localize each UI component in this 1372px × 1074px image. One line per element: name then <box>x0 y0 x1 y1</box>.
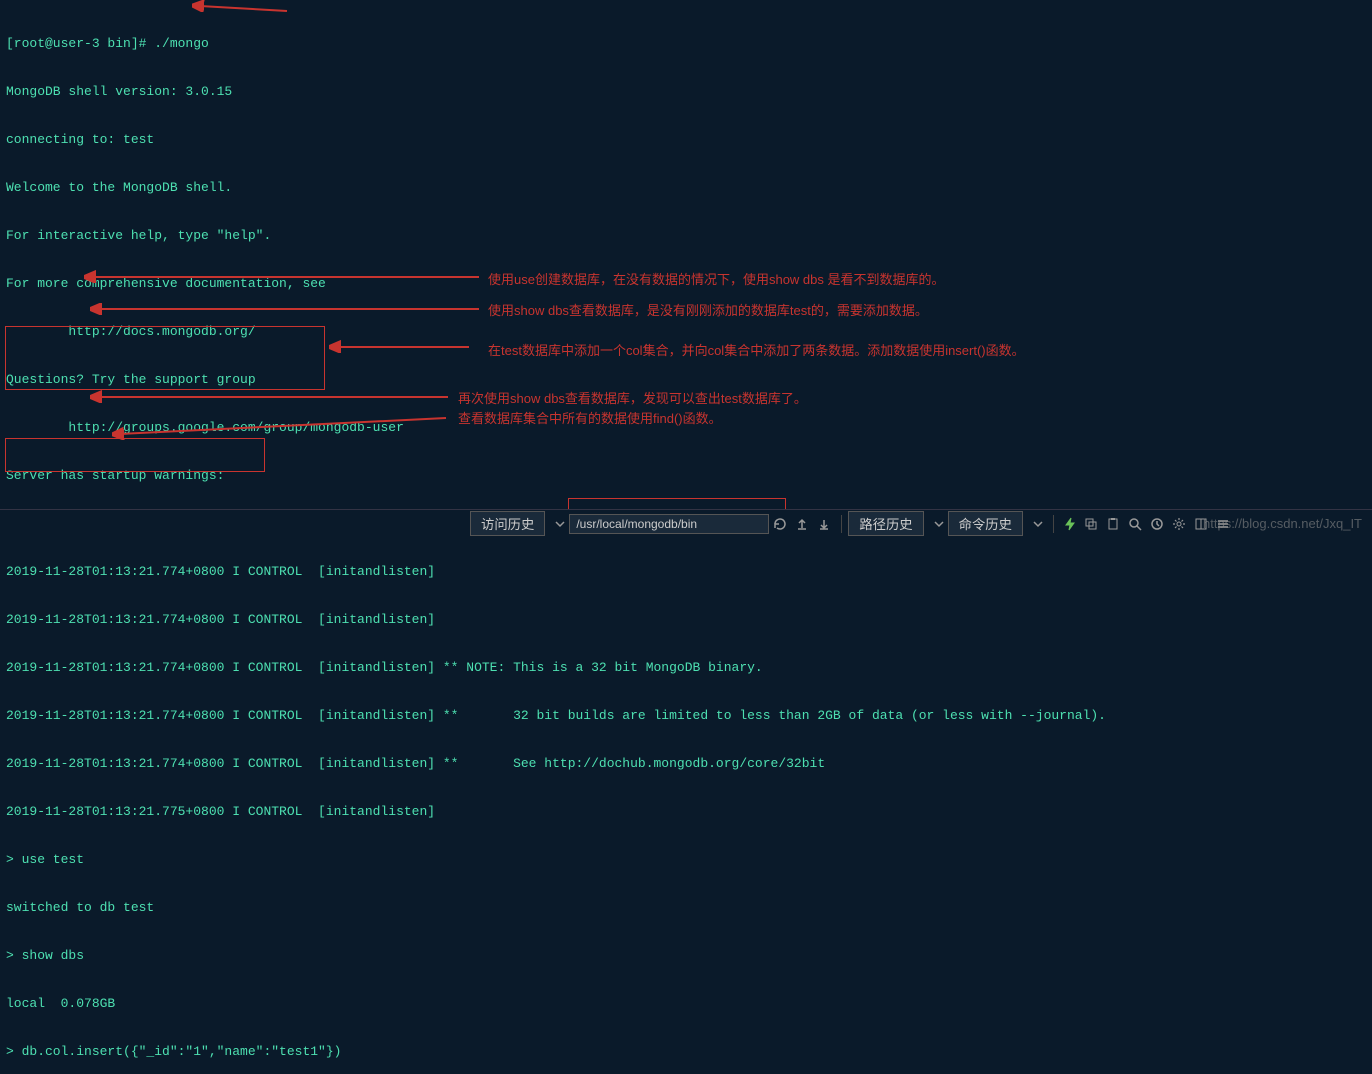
history-icon[interactable] <box>1150 517 1164 531</box>
terminal-line: Server has startup warnings: <box>6 468 1366 484</box>
terminal-line: > use test <box>6 852 1366 868</box>
terminal-line: Welcome to the MongoDB shell. <box>6 180 1366 196</box>
path-history-button[interactable]: 路径历史 <box>848 511 923 536</box>
terminal-line: 2019-11-28T01:13:21.774+0800 I CONTROL [… <box>6 708 1366 724</box>
dropdown-icon[interactable] <box>1033 519 1043 529</box>
arrow-showdbs2 <box>90 390 454 404</box>
terminal-line: [root@user-3 bin]# ./mongo <box>6 36 1366 52</box>
terminal-line: Questions? Try the support group <box>6 372 1366 388</box>
dropdown-icon[interactable] <box>555 519 565 529</box>
terminal-line: 2019-11-28T01:13:21.774+0800 I CONTROL [… <box>6 660 1366 676</box>
arrow-showdbs <box>90 303 484 315</box>
annotation-showdbs2: 再次使用show dbs查看数据库，发现可以查出test数据库了。 <box>458 388 807 407</box>
terminal-line: For interactive help, type "help". <box>6 228 1366 244</box>
terminal-line: > show dbs <box>6 948 1366 964</box>
search-icon[interactable] <box>1128 517 1142 531</box>
annotation-showdbs: 使用show dbs查看数据库，是没有刚刚添加的数据库test的，需要添加数据。 <box>488 300 928 319</box>
paste-icon[interactable] <box>1106 517 1120 531</box>
download-icon[interactable] <box>817 517 831 531</box>
terminal-line: 2019-11-28T01:13:21.774+0800 I CONTROL [… <box>6 756 1366 772</box>
terminal-line: > db.col.insert({"_id":"1","name":"test1… <box>6 1044 1366 1060</box>
watermark: https://blog.csdn.net/Jxq_IT <box>1203 516 1362 531</box>
refresh-icon[interactable] <box>773 517 787 531</box>
dropdown-icon[interactable] <box>934 519 944 529</box>
terminal-output: [root@user-3 bin]# ./mongo MongoDB shell… <box>0 0 1372 1074</box>
terminal-line: 2019-11-28T01:13:21.775+0800 I CONTROL [… <box>6 804 1366 820</box>
bottom-toolbar: 访问历史 路径历史 命令历史 <box>0 509 1372 537</box>
arrow-find <box>112 412 452 440</box>
cmd-history-button[interactable]: 命令历史 <box>948 511 1023 536</box>
terminal-line: http://docs.mongodb.org/ <box>6 324 1366 340</box>
terminal-line: 2019-11-28T01:13:21.774+0800 I CONTROL [… <box>6 564 1366 580</box>
terminal-line: MongoDB shell version: 3.0.15 <box>6 84 1366 100</box>
arrow-mongo <box>192 0 292 14</box>
arrow-use <box>84 270 484 284</box>
terminal-line: local 0.078GB <box>6 996 1366 1012</box>
terminal-line: 2019-11-28T01:13:21.774+0800 I CONTROL [… <box>6 612 1366 628</box>
copy-icon[interactable] <box>1084 517 1098 531</box>
annotation-find: 查看数据库集合中所有的数据使用find()函数。 <box>458 408 722 427</box>
terminal-line: connecting to: test <box>6 132 1366 148</box>
visit-history-button[interactable]: 访问历史 <box>470 511 545 536</box>
gear-icon[interactable] <box>1172 517 1186 531</box>
annotation-insert: 在test数据库中添加一个col集合，并向col集合中添加了两条数据。添加数据使… <box>488 340 1025 359</box>
terminal-line: switched to db test <box>6 900 1366 916</box>
lightning-icon[interactable] <box>1064 517 1076 531</box>
annotation-use: 使用use创建数据库，在没有数据的情况下，使用show dbs 是看不到数据库的… <box>488 269 945 288</box>
arrow-insert <box>329 337 474 357</box>
upload-icon[interactable] <box>795 517 809 531</box>
path-input[interactable] <box>569 514 769 534</box>
